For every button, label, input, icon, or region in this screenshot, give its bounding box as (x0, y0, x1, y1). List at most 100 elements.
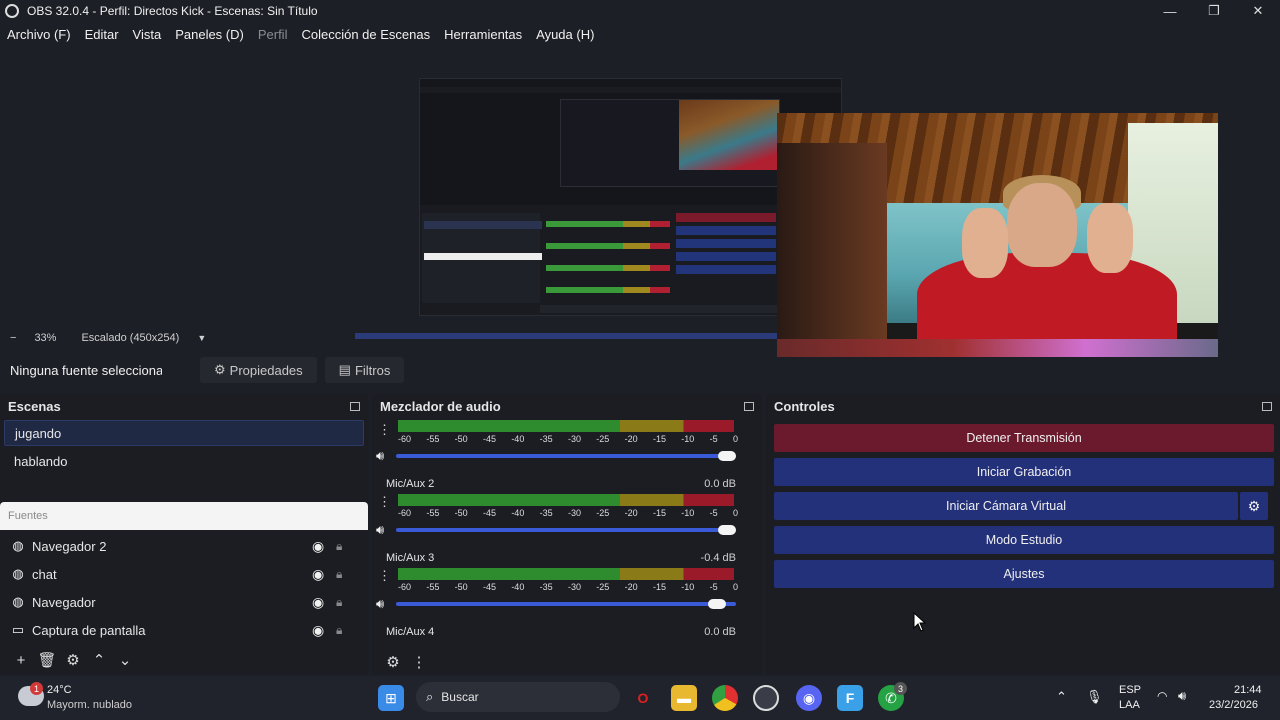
undock-icon[interactable] (744, 401, 754, 411)
trash-icon[interactable]: 🗑︎ (34, 651, 60, 669)
meter-tick-label: -10 (681, 508, 695, 518)
clock-date[interactable]: 23/2/2026 (1209, 699, 1258, 711)
gear-icon[interactable]: ⚙ (60, 651, 86, 669)
scene-item[interactable]: hablando (4, 448, 364, 474)
scene-item[interactable]: jugando (4, 420, 364, 446)
windows-start-icon[interactable]: ⊞ (378, 685, 404, 711)
scenes-panel: Escenas jugando hablando Fuentes ◍ Naveg… (0, 394, 368, 674)
chevron-down-icon[interactable]: ▼ (197, 333, 206, 343)
sources-header: Fuentes (0, 502, 368, 530)
language-top[interactable]: ESP (1119, 684, 1141, 696)
meter-tick-label: -55 (426, 582, 440, 592)
eye-icon[interactable]: ◉ (312, 594, 330, 611)
webcam-preview (777, 113, 1218, 357)
kebab-menu-icon[interactable]: ⋮ (378, 494, 391, 510)
studio-mode-button[interactable]: Modo Estudio (774, 526, 1274, 554)
kebab-menu-icon[interactable]: ⋮ (378, 568, 391, 584)
zoom-out-button[interactable]: − (10, 332, 16, 344)
settings-button[interactable]: Ajustes (774, 560, 1274, 588)
language-bottom[interactable]: LAA (1119, 699, 1140, 711)
menu-coleccion-escenas[interactable]: Colección de Escenas (301, 27, 430, 42)
speaker-icon[interactable]: 🔊︎ (376, 448, 384, 464)
eye-icon[interactable]: ◉ (312, 566, 330, 583)
kebab-menu-icon[interactable]: ⋮ (406, 653, 432, 671)
webcam-person-head (1007, 183, 1077, 267)
opera-gx-icon[interactable]: O (630, 685, 656, 711)
properties-button[interactable]: ⚙ Propiedades (200, 357, 317, 383)
file-explorer-icon[interactable]: ▬ (671, 685, 697, 711)
volume-slider[interactable] (396, 525, 736, 535)
app-f-icon[interactable]: F (837, 685, 863, 711)
meter-tick-label: 0 (732, 582, 738, 592)
mixer-header: Mezclador de audio (372, 394, 762, 418)
start-virtual-camera-button[interactable]: Iniciar Cámara Virtual (774, 492, 1238, 520)
menu-archivo[interactable]: Archivo (F) (7, 27, 71, 42)
volume-slider[interactable] (396, 599, 736, 609)
lock-icon[interactable]: 🔒︎ (336, 539, 354, 554)
menu-herramientas[interactable]: Herramientas (444, 27, 522, 42)
menu-editar[interactable]: Editar (85, 27, 119, 42)
filters-button[interactable]: ▤ Filtros (324, 357, 405, 383)
eye-icon[interactable]: ◉ (312, 538, 330, 555)
eye-icon[interactable]: ◉ (312, 622, 330, 639)
channel-db: 0.0 dB (704, 478, 736, 490)
start-recording-button[interactable]: Iniciar Grabación (774, 458, 1274, 486)
filters-label: Filtros (354, 362, 391, 378)
chevron-up-icon[interactable]: ⌃ (1056, 689, 1067, 705)
restore-icon[interactable]: ❐ (1192, 0, 1236, 22)
channel-name: Mic/Aux 2 (386, 478, 435, 490)
lock-icon[interactable]: 🔒︎ (336, 567, 354, 582)
weather-temp[interactable]: 24°C (47, 684, 72, 696)
lock-icon[interactable]: 🔒︎ (336, 623, 354, 638)
minimize-icon[interactable]: ― (1148, 0, 1192, 22)
undock-icon[interactable] (1262, 401, 1272, 411)
controls-title: Controles (774, 398, 835, 414)
menu-paneles[interactable]: Paneles (D) (175, 27, 244, 42)
close-icon[interactable]: ✕ (1236, 0, 1280, 22)
discord-icon[interactable]: ◉ (796, 685, 822, 711)
clock-time[interactable]: 21:44 (1234, 684, 1262, 696)
volume-slider-knob[interactable] (708, 599, 727, 609)
obs-taskbar-icon[interactable] (753, 685, 779, 711)
arrow-down-icon[interactable]: ⌄ (112, 651, 138, 669)
source-row[interactable]: ▭ Captura de pantalla ◉ 🔒︎ (0, 616, 368, 644)
meter-tick-label: -50 (454, 508, 468, 518)
mini-mixer-panel (546, 213, 670, 301)
scene-label: jugando (15, 425, 62, 441)
mini-control (676, 213, 776, 222)
volume-meter (398, 568, 734, 580)
add-icon[interactable]: + (8, 652, 34, 669)
menu-ayuda[interactable]: Ayuda (H) (536, 27, 594, 42)
source-row[interactable]: ◍ chat ◉ 🔒︎ (0, 560, 368, 588)
stop-streaming-button[interactable]: Detener Transmisión (774, 424, 1274, 452)
channel-db: 0.0 dB (704, 626, 736, 638)
undock-icon[interactable] (350, 401, 360, 411)
volume-icon[interactable]: 🔊︎ (1178, 688, 1186, 704)
weather-desc[interactable]: Mayorm. nublado (47, 699, 132, 711)
kebab-menu-icon[interactable]: ⋮ (378, 422, 391, 438)
volume-slider-knob[interactable] (718, 525, 736, 535)
volume-slider-knob[interactable] (718, 451, 736, 461)
wifi-icon[interactable]: ◠ (1157, 689, 1167, 703)
mini-scene-active (424, 221, 542, 229)
mini-controls-panel (676, 213, 776, 278)
volume-slider[interactable] (396, 451, 736, 461)
preview-scrollbar[interactable] (355, 333, 777, 339)
meter-tick-label: -5 (709, 434, 718, 444)
mini-sources-header (424, 253, 542, 260)
taskbar-search[interactable]: ⌕ Buscar (416, 682, 620, 712)
speaker-icon[interactable]: 🔊︎ (376, 522, 384, 538)
meter-tick-label: 0 (732, 434, 738, 444)
arrow-up-icon[interactable]: ⌃ (86, 651, 112, 669)
speaker-icon[interactable]: 🔊︎ (376, 596, 384, 612)
virtual-camera-settings-gear-icon[interactable]: ⚙ (1240, 492, 1268, 520)
microphone-icon[interactable]: 🎙︎ (1086, 689, 1103, 705)
menu-perfil[interactable]: Perfil (258, 27, 288, 42)
source-row[interactable]: ◍ Navegador ◉ 🔒︎ (0, 588, 368, 616)
meter-tick-label: -60 (398, 434, 412, 444)
advanced-audio-gear-icon[interactable]: ⚙ (380, 653, 406, 671)
source-row[interactable]: ◍ Navegador 2 ◉ 🔒︎ (0, 532, 368, 560)
lock-icon[interactable]: 🔒︎ (336, 595, 354, 610)
chrome-icon[interactable] (712, 685, 738, 711)
menu-vista[interactable]: Vista (133, 27, 162, 42)
